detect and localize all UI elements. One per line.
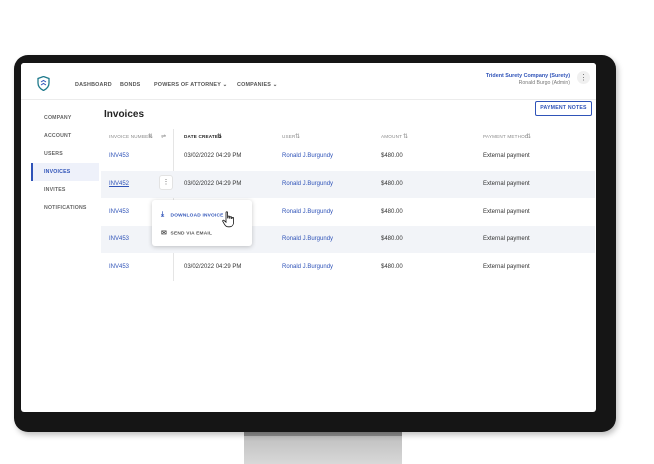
more-options-icon[interactable]: ⋮ xyxy=(577,71,590,84)
invoice-number[interactable]: INV453 xyxy=(109,153,129,159)
payment-method: External payment xyxy=(483,181,530,187)
header-user[interactable]: USER xyxy=(282,134,296,139)
header-invoice-number[interactable]: INVOICE NUMBER xyxy=(109,134,152,139)
date-created: 03/02/2022 04:29 PM xyxy=(184,264,242,270)
user-link[interactable]: Ronald J.Burgundy xyxy=(282,153,333,159)
nav-companies[interactable]: COMPANIES ⌄ xyxy=(237,82,277,88)
mail-icon: ✉ xyxy=(161,230,168,237)
user-link[interactable]: Ronald J.Burgundy xyxy=(282,181,333,187)
row-context-menu: ⤓ DOWNLOAD INVOICE ✉ SEND VIA EMAIL xyxy=(152,200,252,246)
columns-icon[interactable]: ⇌ xyxy=(161,133,166,140)
download-icon: ⤓ xyxy=(161,211,165,218)
header-payment-method[interactable]: PAYMENT METHOD xyxy=(483,134,528,139)
amount: $480.00 xyxy=(381,209,403,215)
amount: $480.00 xyxy=(381,181,403,187)
sort-icon[interactable]: ⇅ xyxy=(295,133,300,140)
chevron-down-icon: ⌄ xyxy=(222,82,228,88)
menu-item-download-invoice[interactable]: ⤓ DOWNLOAD INVOICE xyxy=(161,211,224,219)
amount: $480.00 xyxy=(381,264,403,270)
page-title: Invoices xyxy=(104,109,145,120)
sidebar-item-invoices[interactable]: INVOICES xyxy=(31,163,99,181)
sort-icon[interactable]: ⇅ xyxy=(148,133,153,140)
user-link[interactable]: Ronald J.Burgundy xyxy=(282,236,333,242)
nav-dashboard[interactable]: DASHBOARD xyxy=(75,82,112,88)
payment-method: External payment xyxy=(483,209,530,215)
nav-powers-of-attorney[interactable]: POWERS OF ATTORNEY ⌄ xyxy=(154,82,227,88)
table-row[interactable]: INV453 03/02/2022 04:29 PM Ronald J.Burg… xyxy=(101,254,595,281)
shield-logo-icon[interactable] xyxy=(37,76,50,91)
screen: DASHBOARD BONDS POWERS OF ATTORNEY ⌄ COM… xyxy=(21,63,596,412)
table-row[interactable]: INV452 ⋮ 03/02/2022 04:29 PM Ronald J.Bu… xyxy=(101,171,595,198)
payment-method: External payment xyxy=(483,264,530,270)
date-created: 03/02/2022 04:29 PM xyxy=(184,153,242,159)
user-link[interactable]: Ronald J.Burgundy xyxy=(282,264,333,270)
sort-icon[interactable]: ⇅ xyxy=(526,133,531,140)
nav-bonds[interactable]: BONDS xyxy=(120,82,140,88)
hand-pointer-icon xyxy=(222,211,234,228)
payment-method: External payment xyxy=(483,236,530,242)
header-amount[interactable]: AMOUNT xyxy=(381,134,402,139)
nav-companies-label: COMPANIES xyxy=(237,82,272,88)
payment-notes-button[interactable]: PAYMENT NOTES xyxy=(535,101,592,116)
sidebar-item-company[interactable]: COMPANY xyxy=(31,109,99,127)
menu-item-email-label: SEND VIA EMAIL xyxy=(170,231,213,237)
chevron-down-icon: ⌄ xyxy=(272,82,278,88)
user-role: Ronald Burgo (Admin) xyxy=(518,80,570,86)
menu-item-download-label: DOWNLOAD INVOICE xyxy=(170,213,224,219)
top-bar: DASHBOARD BONDS POWERS OF ATTORNEY ⌄ COM… xyxy=(21,63,596,100)
menu-item-send-via-email[interactable]: ✉ SEND VIA EMAIL xyxy=(161,229,212,237)
sidebar: COMPANY ACCOUNT USERS INVOICES INVITES N… xyxy=(31,109,99,217)
row-actions-icon[interactable]: ⋮ xyxy=(159,175,173,190)
sort-desc-icon[interactable]: ⇅ xyxy=(217,133,222,140)
user-link[interactable]: Ronald J.Burgundy xyxy=(282,209,333,215)
invoice-number[interactable]: INV453 xyxy=(109,236,129,242)
sort-icon[interactable]: ⇅ xyxy=(403,133,408,140)
nav-powers-of-attorney-label: POWERS OF ATTORNEY xyxy=(154,82,221,88)
invoice-number[interactable]: INV453 xyxy=(109,209,129,215)
sidebar-item-notifications[interactable]: NOTIFICATIONS xyxy=(31,199,99,217)
amount: $480.00 xyxy=(381,236,403,242)
invoice-number[interactable]: INV453 xyxy=(109,264,129,270)
company-name[interactable]: Trident Surety Company (Surety) xyxy=(486,73,570,79)
sidebar-item-account[interactable]: ACCOUNT xyxy=(31,127,99,145)
sidebar-item-invites[interactable]: INVITES xyxy=(31,181,99,199)
payment-method: External payment xyxy=(483,153,530,159)
date-created: 03/02/2022 04:29 PM xyxy=(184,181,242,187)
table-row[interactable]: INV453 03/02/2022 04:29 PM Ronald J.Burg… xyxy=(101,144,595,171)
invoice-number[interactable]: INV452 xyxy=(109,181,129,187)
sidebar-item-users[interactable]: USERS xyxy=(31,145,99,163)
amount: $480.00 xyxy=(381,153,403,159)
